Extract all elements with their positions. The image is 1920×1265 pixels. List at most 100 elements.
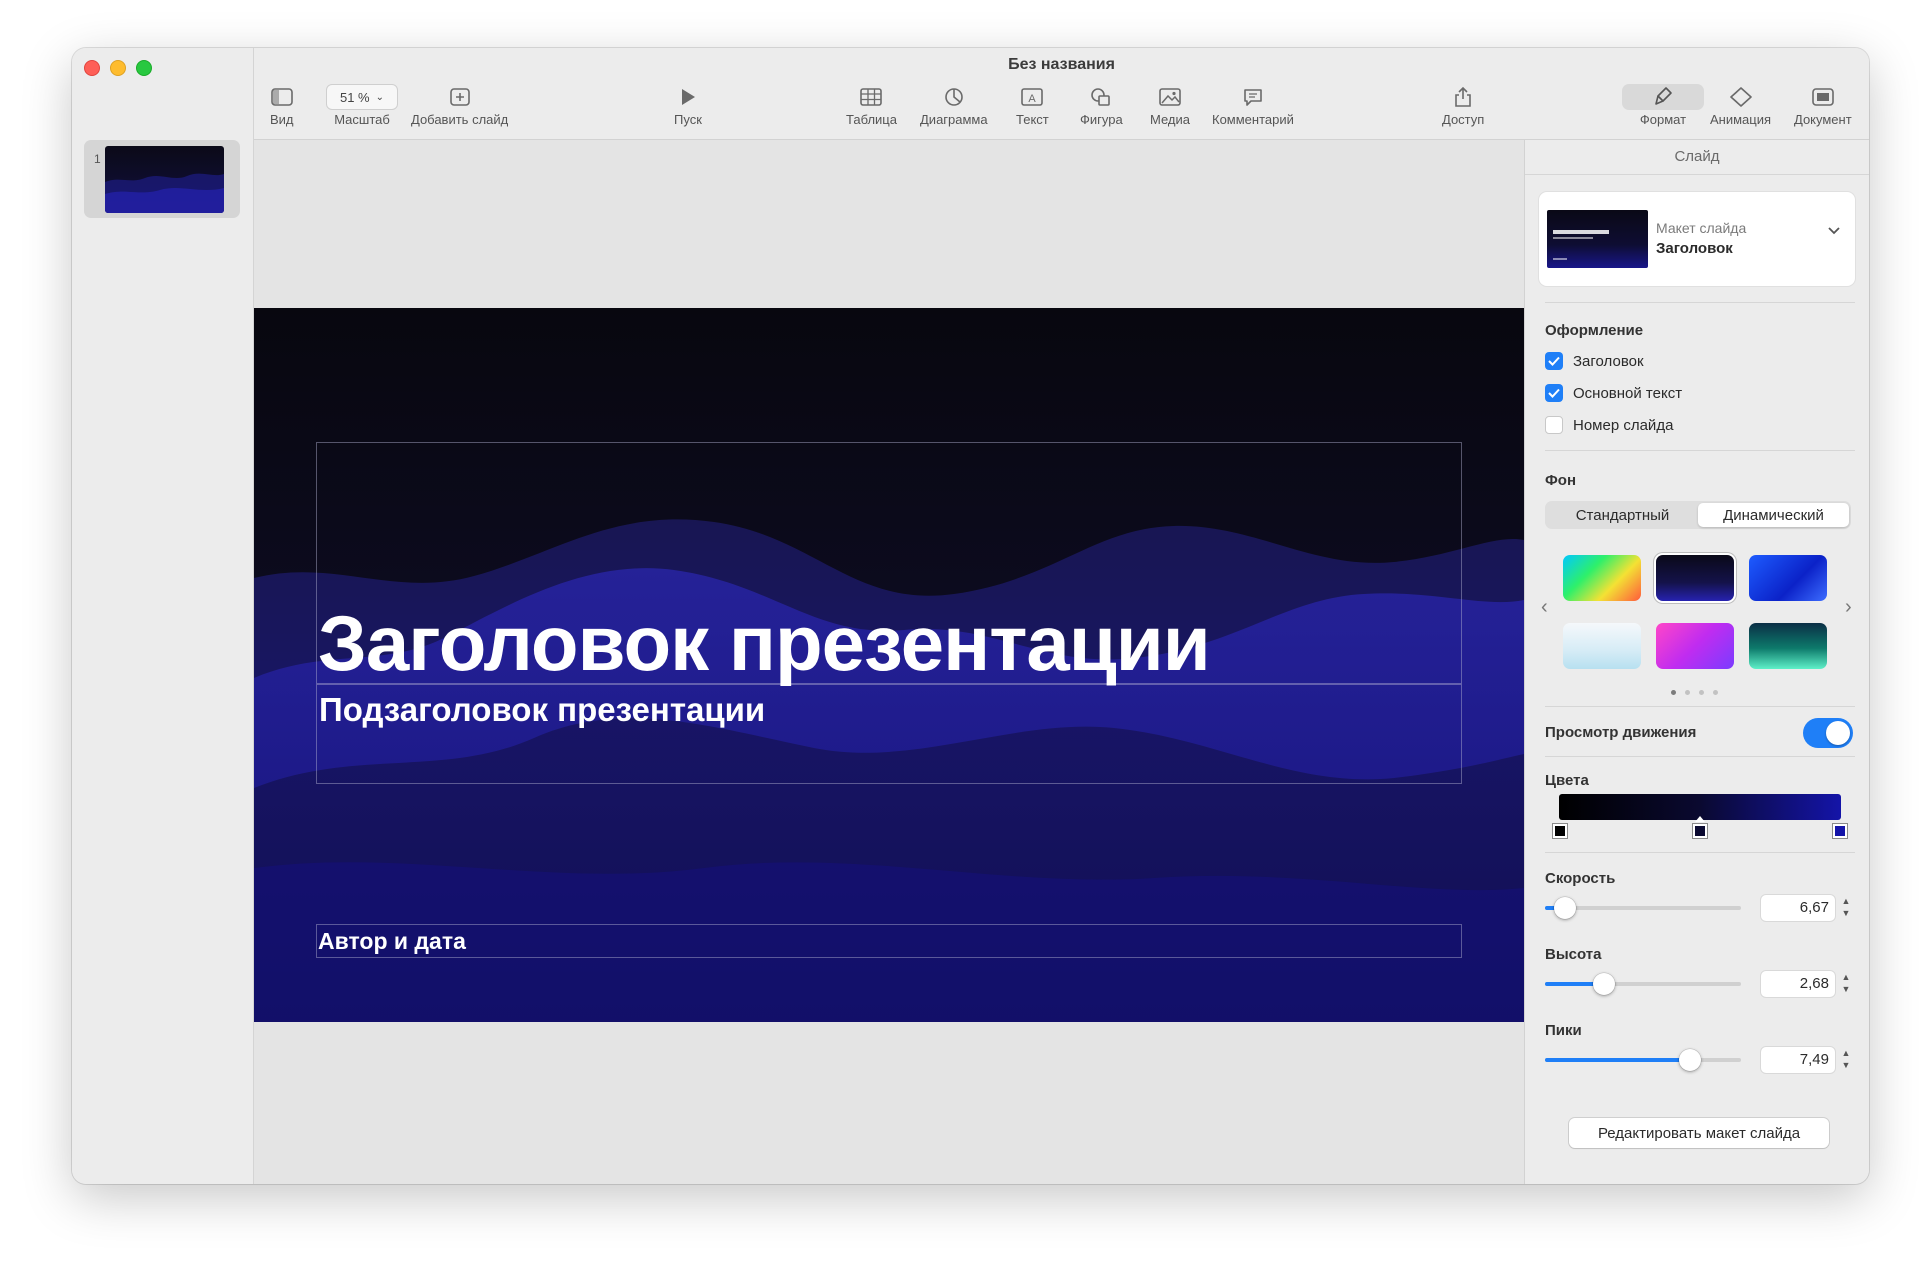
background-type-segmented-control[interactable]: Стандартный Динамический bbox=[1545, 501, 1851, 529]
minimize-window-button[interactable] bbox=[110, 60, 126, 76]
speed-value-field[interactable]: 6,67 bbox=[1761, 895, 1835, 921]
background-standard-tab[interactable]: Стандартный bbox=[1547, 503, 1698, 527]
peaks-slider-fill bbox=[1545, 1058, 1691, 1062]
chevron-down-icon: ⌄ bbox=[375, 91, 385, 103]
stepper-down-icon[interactable]: ▼ bbox=[1839, 907, 1853, 919]
close-window-button[interactable] bbox=[84, 60, 100, 76]
edit-slide-layout-button[interactable]: Редактировать макет слайда bbox=[1569, 1118, 1829, 1148]
background-swatch-light[interactable] bbox=[1563, 623, 1641, 669]
background-swatch-dark-waves[interactable] bbox=[1656, 555, 1734, 601]
stepper-up-icon[interactable]: ▲ bbox=[1839, 895, 1853, 907]
add-slide-button[interactable]: Добавить слайд bbox=[411, 84, 508, 127]
slide-number-checkbox-row[interactable]: Номер слайда bbox=[1545, 416, 1673, 434]
format-button[interactable]: Формат bbox=[1622, 84, 1704, 127]
speed-slider-knob[interactable] bbox=[1553, 897, 1576, 919]
stepper-down-icon[interactable]: ▼ bbox=[1839, 983, 1853, 995]
chart-button[interactable]: Диаграмма bbox=[920, 84, 988, 127]
height-slider-knob[interactable] bbox=[1592, 973, 1615, 995]
author-placeholder[interactable] bbox=[316, 924, 1462, 958]
play-icon bbox=[681, 89, 695, 105]
share-button[interactable]: Доступ bbox=[1442, 84, 1484, 127]
text-button[interactable]: A Текст bbox=[1016, 84, 1049, 127]
slide-canvas[interactable]: Заголовок презентации Подзаголовок презе… bbox=[254, 140, 1524, 1184]
inspector-tab-slide[interactable]: Слайд bbox=[1525, 148, 1869, 165]
slide-layout-selector[interactable]: Макет слайда Заголовок bbox=[1539, 192, 1855, 286]
background-swatch-rainbow[interactable] bbox=[1563, 555, 1641, 601]
stepper-down-icon[interactable]: ▼ bbox=[1839, 1059, 1853, 1071]
animate-button[interactable]: Анимация bbox=[1710, 84, 1771, 127]
fullscreen-window-button[interactable] bbox=[136, 60, 152, 76]
divider bbox=[1545, 756, 1855, 757]
title-checkbox[interactable] bbox=[1545, 352, 1563, 370]
svg-text:A: A bbox=[1029, 93, 1037, 105]
slide-number-checkbox[interactable] bbox=[1545, 416, 1563, 434]
background-dynamic-tab[interactable]: Динамический bbox=[1698, 503, 1849, 527]
checkmark-icon bbox=[1548, 388, 1560, 398]
document-button[interactable]: Документ bbox=[1794, 84, 1852, 127]
shape-button[interactable]: Фигура bbox=[1080, 84, 1123, 127]
paintbrush-icon bbox=[1655, 87, 1672, 105]
page-dot[interactable] bbox=[1685, 690, 1690, 695]
peaks-label: Пики bbox=[1545, 1022, 1582, 1039]
stepper-up-icon[interactable]: ▲ bbox=[1839, 971, 1853, 983]
toggle-knob bbox=[1826, 721, 1850, 745]
speed-stepper[interactable]: ▲ ▼ bbox=[1839, 895, 1853, 921]
play-button[interactable]: Пуск bbox=[674, 84, 702, 127]
height-label: Высота bbox=[1545, 946, 1602, 963]
peaks-value-field[interactable]: 7,49 bbox=[1761, 1047, 1835, 1073]
format-label: Формат bbox=[1639, 112, 1687, 127]
media-button[interactable]: Медиа bbox=[1150, 84, 1190, 127]
stepper-up-icon[interactable]: ▲ bbox=[1839, 1047, 1853, 1059]
motion-preview-label: Просмотр движения bbox=[1545, 724, 1697, 741]
background-swatch-magenta[interactable] bbox=[1656, 623, 1734, 669]
slide-thumbnail[interactable] bbox=[105, 146, 224, 213]
background-swatch-teal[interactable] bbox=[1749, 623, 1827, 669]
page-dot[interactable] bbox=[1699, 690, 1704, 695]
peaks-slider[interactable] bbox=[1545, 1049, 1741, 1071]
height-value-field[interactable]: 2,68 bbox=[1761, 971, 1835, 997]
table-button[interactable]: Таблица bbox=[846, 84, 897, 127]
height-slider[interactable] bbox=[1545, 973, 1741, 995]
body-checkbox-row[interactable]: Основной текст bbox=[1545, 384, 1682, 402]
chevron-left-icon[interactable]: ‹ bbox=[1541, 596, 1548, 619]
layout-name: Заголовок bbox=[1656, 240, 1733, 257]
zoom-label: Масштаб bbox=[334, 112, 390, 127]
checkmark-icon bbox=[1548, 356, 1560, 366]
page-dot[interactable] bbox=[1713, 690, 1718, 695]
media-label: Медиа bbox=[1150, 112, 1190, 127]
swatch-page-indicator[interactable] bbox=[1671, 690, 1718, 695]
slide-subtitle[interactable]: Подзаголовок презентации bbox=[319, 691, 765, 729]
body-checkbox-label: Основной текст bbox=[1573, 384, 1683, 402]
background-swatch-blue[interactable] bbox=[1749, 555, 1827, 601]
body-checkbox[interactable] bbox=[1545, 384, 1563, 402]
zoom-select[interactable]: 51 % ⌄ bbox=[326, 84, 398, 110]
text-box-icon: A bbox=[1021, 88, 1044, 106]
chevron-down-icon bbox=[1828, 227, 1840, 235]
shape-icon bbox=[1091, 88, 1111, 106]
comment-label: Комментарий bbox=[1212, 112, 1294, 127]
document-label: Документ bbox=[1794, 112, 1852, 127]
slide[interactable]: Заголовок презентации Подзаголовок презе… bbox=[254, 308, 1524, 1022]
title-checkbox-label: Заголовок bbox=[1573, 352, 1644, 370]
color-stop-3[interactable] bbox=[1833, 824, 1847, 838]
color-stop-2[interactable] bbox=[1693, 824, 1707, 838]
color-stop-1[interactable] bbox=[1553, 824, 1567, 838]
title-checkbox-row[interactable]: Заголовок bbox=[1545, 352, 1644, 370]
divider bbox=[1545, 302, 1855, 303]
peaks-stepper[interactable]: ▲ ▼ bbox=[1839, 1047, 1853, 1073]
document-title: Без названия bbox=[1008, 56, 1115, 73]
peaks-slider-knob[interactable] bbox=[1679, 1049, 1702, 1071]
page-dot[interactable] bbox=[1671, 690, 1676, 695]
text-label: Текст bbox=[1016, 112, 1049, 127]
zoom-control[interactable]: 51 % ⌄ Масштаб bbox=[326, 84, 398, 127]
speed-slider[interactable] bbox=[1545, 897, 1741, 919]
comment-icon bbox=[1244, 89, 1262, 106]
share-label: Доступ bbox=[1442, 112, 1485, 127]
motion-preview-toggle[interactable] bbox=[1803, 718, 1853, 748]
slide-author-date[interactable]: Автор и дата bbox=[318, 928, 466, 955]
chevron-right-icon[interactable]: › bbox=[1845, 596, 1852, 619]
height-stepper[interactable]: ▲ ▼ bbox=[1839, 971, 1853, 997]
slide-title[interactable]: Заголовок презентации bbox=[318, 598, 1211, 689]
view-button[interactable]: Вид bbox=[270, 84, 294, 127]
comment-button[interactable]: Комментарий bbox=[1212, 84, 1294, 127]
